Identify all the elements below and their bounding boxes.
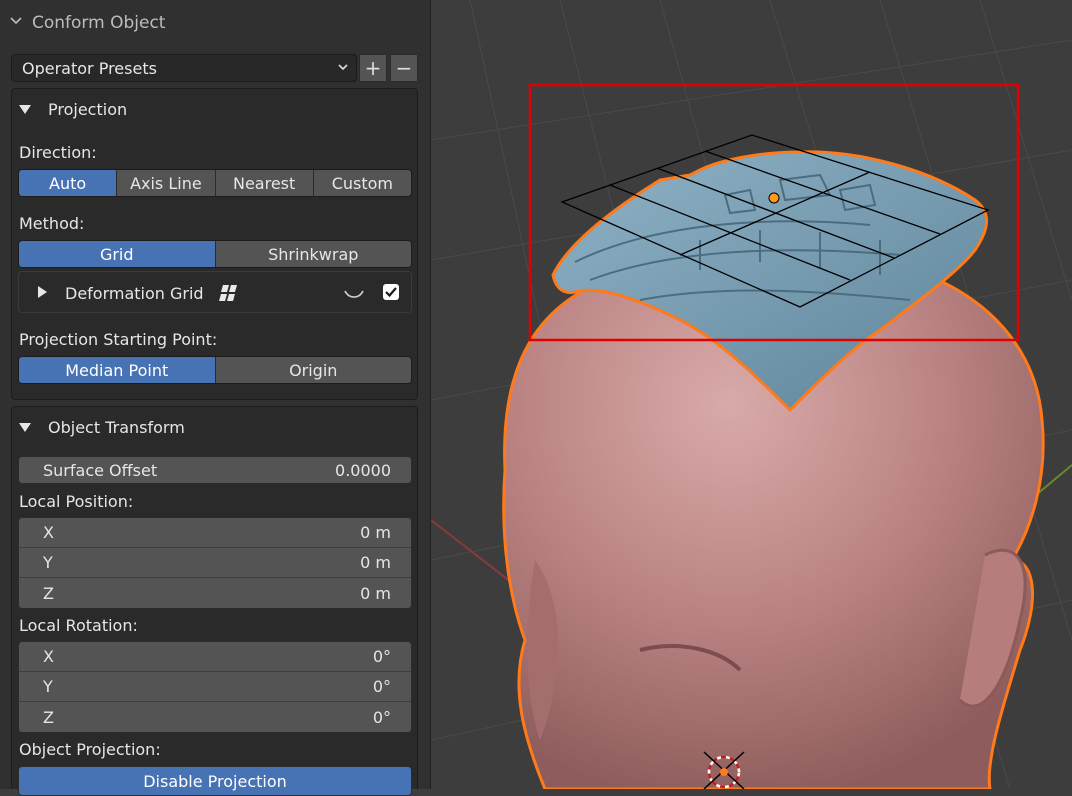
- axis-label: X: [43, 523, 54, 542]
- surface-offset-value: 0.0000: [335, 460, 391, 480]
- add-preset-button[interactable]: +: [359, 54, 387, 82]
- deformation-grid-expand[interactable]: [36, 284, 50, 300]
- axis-label: Y: [43, 677, 53, 696]
- triangle-right-icon: [38, 286, 47, 298]
- direction-label: Direction:: [19, 142, 97, 162]
- operator-presets-label: Operator Presets: [22, 58, 157, 78]
- chevron-down-icon: [336, 59, 350, 78]
- axis-label: Y: [43, 553, 53, 572]
- median-point-dot: [768, 192, 780, 204]
- axis-value: 0 m: [360, 523, 391, 542]
- remove-preset-button[interactable]: −: [390, 54, 418, 82]
- rotation-y-field[interactable]: Y 0°: [19, 672, 411, 702]
- axis-value: 0°: [372, 707, 391, 727]
- panel-header[interactable]: Conform Object: [8, 9, 165, 37]
- local-position-label: Local Position:: [19, 491, 134, 511]
- operator-presets-dropdown[interactable]: Operator Presets: [11, 54, 357, 82]
- disable-projection-button[interactable]: Disable Projection: [18, 766, 412, 796]
- projection-title: Projection: [48, 99, 128, 119]
- direction-nearest[interactable]: Nearest: [215, 170, 314, 196]
- deformation-grid-label: Deformation Grid: [65, 283, 204, 303]
- show-in-viewport-toggle[interactable]: [342, 286, 366, 306]
- operator-panel: Conform Object Operator Presets + − Proj…: [0, 0, 431, 796]
- surface-offset-field[interactable]: Surface Offset 0.0000: [18, 456, 412, 484]
- object-transform-header[interactable]: Object Transform: [18, 414, 185, 440]
- projection-section-header[interactable]: Projection: [18, 96, 127, 122]
- local-position-vector: X 0 m Y 0 m Z 0 m: [18, 517, 412, 609]
- position-z-field[interactable]: Z 0 m: [19, 578, 411, 608]
- axis-label: X: [43, 647, 54, 666]
- local-rotation-vector: X 0° Y 0° Z 0°: [18, 641, 412, 733]
- axis-label: Z: [43, 583, 54, 603]
- method-shrinkwrap[interactable]: Shrinkwrap: [215, 241, 411, 267]
- method-selector: Grid Shrinkwrap: [18, 240, 412, 268]
- start-origin[interactable]: Origin: [215, 357, 411, 383]
- axis-value: 0 m: [360, 553, 391, 572]
- rotation-x-field[interactable]: X 0°: [19, 642, 411, 672]
- local-rotation-label: Local Rotation:: [19, 615, 138, 635]
- deformation-grid-checkbox[interactable]: [383, 284, 399, 300]
- surface-offset-label: Surface Offset: [43, 460, 158, 480]
- axis-value: 0 m: [360, 583, 391, 603]
- minus-icon: −: [395, 56, 413, 80]
- grid-modifier-icon: [219, 283, 239, 307]
- checkmark-icon: [385, 287, 397, 298]
- direction-custom[interactable]: Custom: [313, 170, 411, 196]
- panel-title: Conform Object: [32, 13, 166, 33]
- projection-start-label: Projection Starting Point:: [19, 329, 218, 349]
- arc-icon: [344, 290, 364, 298]
- projection-start-selector: Median Point Origin: [18, 356, 412, 384]
- triangle-down-icon: [18, 421, 34, 433]
- axis-label: Z: [43, 707, 54, 727]
- direction-auto[interactable]: Auto: [19, 170, 118, 196]
- rotation-z-field[interactable]: Z 0°: [19, 702, 411, 732]
- start-median-point[interactable]: Median Point: [19, 357, 216, 383]
- plus-icon: +: [364, 56, 382, 80]
- axis-value: 0°: [372, 647, 391, 666]
- direction-selector: Auto Axis Line Nearest Custom: [18, 169, 412, 197]
- triangle-down-icon: [18, 103, 34, 115]
- axis-value: 0°: [372, 677, 391, 696]
- position-x-field[interactable]: X 0 m: [19, 518, 411, 548]
- method-label: Method:: [19, 213, 85, 233]
- object-transform-title: Object Transform: [48, 417, 185, 437]
- chevron-down-icon: [8, 13, 26, 34]
- method-grid[interactable]: Grid: [19, 241, 216, 267]
- direction-axis-line[interactable]: Axis Line: [117, 170, 216, 196]
- object-projection-label: Object Projection:: [19, 739, 161, 759]
- position-y-field[interactable]: Y 0 m: [19, 548, 411, 578]
